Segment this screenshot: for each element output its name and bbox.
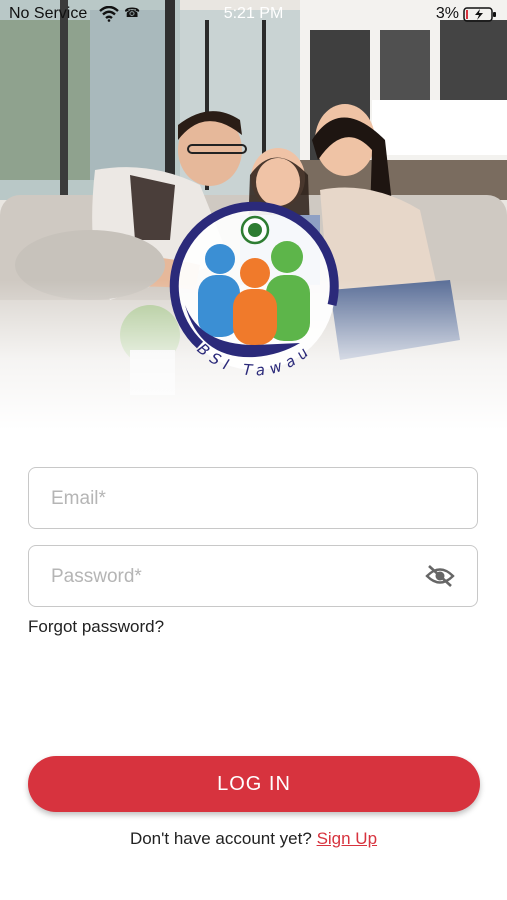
signup-link[interactable]: Sign Up <box>317 829 377 848</box>
password-input[interactable] <box>49 546 433 608</box>
signup-row: Don't have account yet? Sign Up <box>0 829 507 849</box>
status-time: 5:21 PM <box>223 5 284 22</box>
status-bar: No Service ☎ 5:21 PM 3% <box>0 0 507 30</box>
bsi-tawau-logo: BSI Tawau <box>169 201 339 380</box>
email-field[interactable] <box>28 467 478 530</box>
eye-off-icon[interactable] <box>425 564 455 588</box>
signup-prompt: Don't have account yet? <box>129 829 312 848</box>
email-input[interactable] <box>49 468 433 530</box>
battery-icon <box>463 7 496 22</box>
login-button[interactable]: LOG IN <box>28 756 480 812</box>
battery-percent: 3% <box>435 5 459 22</box>
password-field[interactable] <box>28 545 478 608</box>
forgot-password-link[interactable]: Forgot password? <box>28 617 164 637</box>
